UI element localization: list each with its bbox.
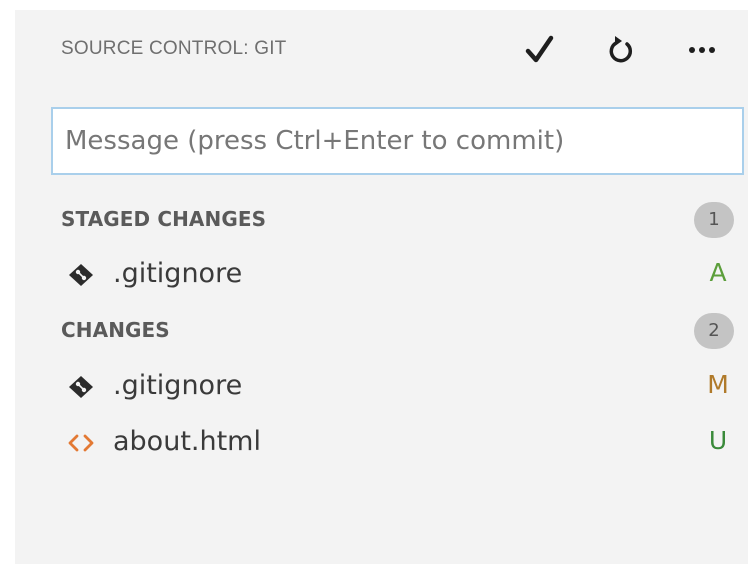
source-control-panel: SOURCE CONTROL: GIT STAGED CHANGES 1: [15, 10, 748, 564]
git-file-icon: [67, 375, 95, 399]
count-badge: 1: [694, 202, 734, 238]
group-label: CHANGES: [61, 318, 170, 342]
more-actions-button[interactable]: [683, 32, 723, 68]
changed-file-gitignore[interactable]: .gitignore M: [15, 361, 748, 413]
group-label: STAGED CHANGES: [61, 207, 267, 231]
panel-header: SOURCE CONTROL: GIT: [15, 10, 748, 92]
html-code-icon: [67, 431, 95, 455]
group-changes[interactable]: CHANGES 2: [15, 308, 748, 352]
refresh-icon: [609, 36, 633, 63]
refresh-button[interactable]: [601, 32, 641, 68]
panel-title: SOURCE CONTROL: GIT: [61, 38, 287, 59]
commit-message-input[interactable]: [51, 107, 744, 175]
git-file-icon: [67, 263, 95, 287]
file-status-untracked: U: [708, 426, 728, 455]
file-name: .gitignore: [113, 258, 243, 289]
file-status-modified: M: [707, 370, 729, 399]
check-icon: [525, 35, 554, 63]
group-staged-changes[interactable]: STAGED CHANGES 1: [15, 197, 748, 241]
ellipsis-icon: [689, 47, 715, 53]
staged-file-gitignore[interactable]: .gitignore A: [15, 249, 748, 301]
file-status-added: A: [709, 258, 727, 287]
file-name: about.html: [113, 426, 261, 457]
commit-button[interactable]: [521, 32, 561, 68]
file-name: .gitignore: [113, 370, 243, 401]
count-badge: 2: [694, 313, 734, 349]
changed-file-about-html[interactable]: about.html U: [15, 417, 748, 469]
